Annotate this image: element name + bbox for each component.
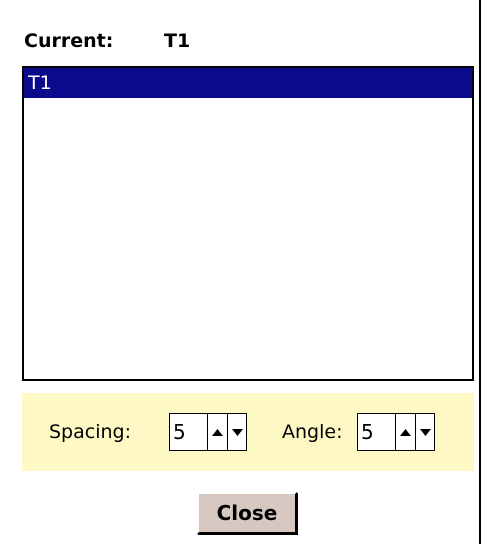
triangle-down-icon <box>231 428 243 436</box>
angle-input[interactable] <box>358 414 396 450</box>
angle-stepper[interactable] <box>357 413 435 451</box>
triangle-down-icon <box>419 428 431 436</box>
item-listbox[interactable]: T1 <box>22 66 474 381</box>
close-button[interactable]: Close <box>197 492 297 534</box>
current-value: T1 <box>164 30 191 52</box>
spacing-stepper[interactable] <box>169 413 247 451</box>
spacing-label: Spacing: <box>49 421 131 443</box>
list-item[interactable]: T1 <box>24 68 472 98</box>
spacing-down-button[interactable] <box>227 414 246 450</box>
triangle-up-icon <box>400 428 411 436</box>
angle-down-button[interactable] <box>415 414 434 450</box>
angle-label: Angle: <box>282 421 343 443</box>
current-label: Current: <box>24 30 114 52</box>
spacing-input[interactable] <box>170 414 208 450</box>
list-item-label: T1 <box>28 72 52 94</box>
dialog-window: Current: T1 T1 Spacing: Angle: <box>0 0 481 544</box>
angle-up-button[interactable] <box>396 414 415 450</box>
triangle-up-icon <box>212 428 223 436</box>
spacing-up-button[interactable] <box>208 414 227 450</box>
control-panel: Spacing: Angle: <box>22 393 474 471</box>
